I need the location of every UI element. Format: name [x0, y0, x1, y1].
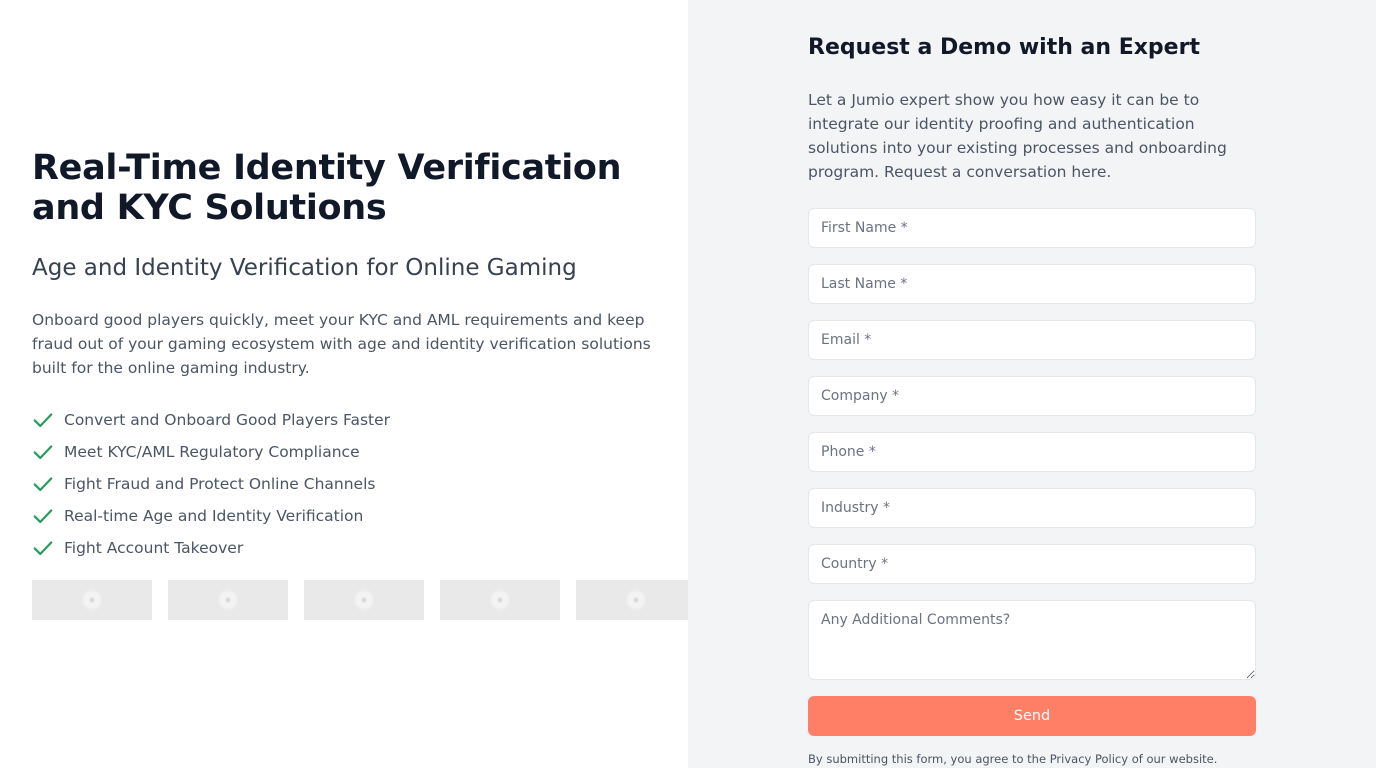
form-intro: Let a Jumio expert show you how easy it …	[808, 91, 1227, 181]
loading-spinner-icon	[353, 589, 375, 611]
checkmark-icon	[33, 445, 53, 460]
benefit-item: Real-time Age and Identity Verification	[32, 500, 390, 532]
checkmark-icon	[33, 477, 53, 492]
benefits-list: Convert and Onboard Good Players Faster …	[32, 404, 390, 564]
comments-field[interactable]	[808, 600, 1256, 680]
page: Real-Time Identity Verification and KYC …	[0, 0, 1376, 768]
page-subtitle: Age and Identity Verification for Online…	[32, 255, 577, 281]
demo-request-panel: Request a Demo with an Expert Let a Jumi…	[688, 0, 1376, 768]
logo-placeholder	[440, 580, 560, 620]
send-button[interactable]: Send	[808, 696, 1256, 736]
phone-field[interactable]	[808, 432, 1256, 472]
page-title: Real-Time Identity Verification and KYC …	[32, 148, 622, 228]
benefit-item: Fight Fraud and Protect Online Channels	[32, 468, 390, 500]
company-field[interactable]	[808, 376, 1256, 416]
checkmark-icon	[33, 509, 53, 524]
logo-placeholder	[168, 580, 288, 620]
checkmark-icon	[33, 541, 53, 556]
logo-placeholder	[32, 580, 152, 620]
benefit-label: Fight Account Takeover	[64, 539, 244, 557]
form-title: Request a Demo with an Expert	[808, 35, 1200, 60]
customer-logos-strip	[32, 580, 688, 620]
benefit-item: Meet KYC/AML Regulatory Compliance	[32, 436, 390, 468]
benefit-label: Meet KYC/AML Regulatory Compliance	[64, 443, 360, 461]
privacy-notice: By submitting this form, you agree to th…	[808, 752, 1218, 766]
benefit-item: Fight Account Takeover	[32, 532, 390, 564]
last-name-field[interactable]	[808, 264, 1256, 304]
logo-placeholder	[304, 580, 424, 620]
country-field[interactable]	[808, 544, 1256, 584]
loading-spinner-icon	[81, 589, 103, 611]
benefit-label: Convert and Onboard Good Players Faster	[64, 411, 391, 429]
loading-spinner-icon	[625, 589, 647, 611]
benefit-item: Convert and Onboard Good Players Faster	[32, 404, 390, 436]
loading-spinner-icon	[217, 589, 239, 611]
email-field[interactable]	[808, 320, 1256, 360]
logo-placeholder	[576, 580, 688, 620]
loading-spinner-icon	[489, 589, 511, 611]
industry-field[interactable]	[808, 488, 1256, 528]
first-name-field[interactable]	[808, 208, 1256, 248]
checkmark-icon	[33, 413, 53, 428]
hero-section: Real-Time Identity Verification and KYC …	[0, 0, 688, 768]
benefit-label: Real-time Age and Identity Verification	[64, 507, 364, 525]
hero-description: Onboard good players quickly, meet your …	[32, 311, 651, 377]
benefit-label: Fight Fraud and Protect Online Channels	[64, 475, 376, 493]
